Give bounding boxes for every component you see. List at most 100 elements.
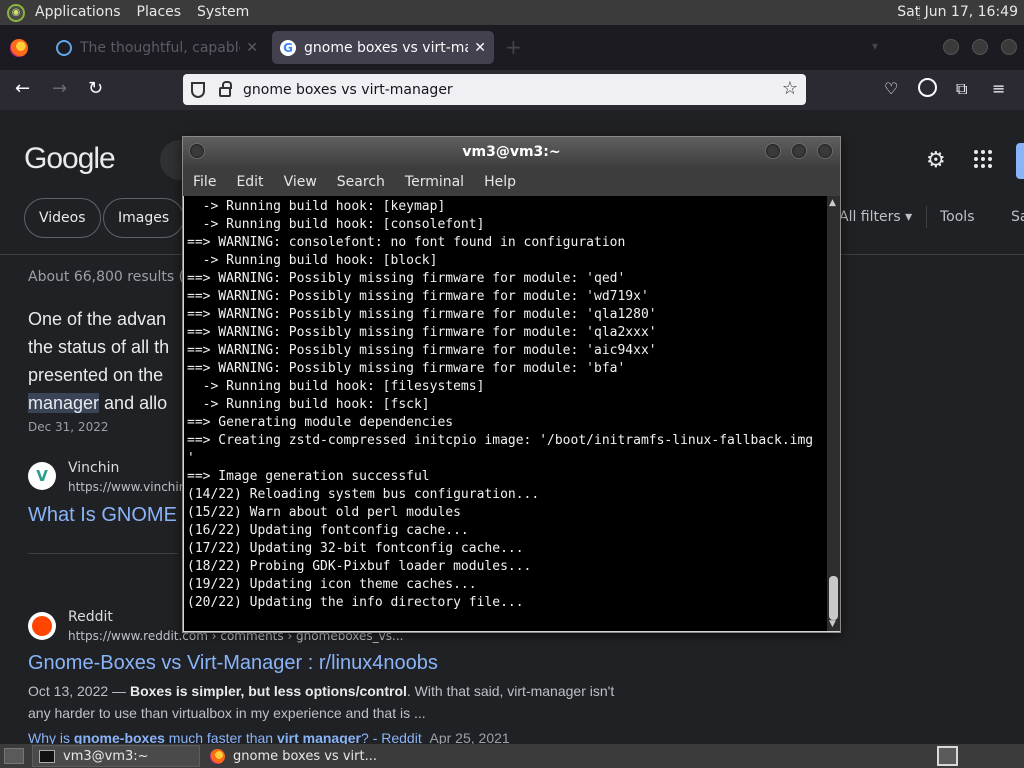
terminal-line: (20/22) Updating the info directory file… xyxy=(187,595,524,610)
terminal-line: ==> Generating module dependencies xyxy=(187,415,454,430)
scroll-up-arrow-icon[interactable]: ▲ xyxy=(829,198,836,208)
tab-title: The thoughtful, capable, a xyxy=(80,39,240,56)
terminal-line: ' xyxy=(187,451,195,466)
menu-help[interactable]: Help xyxy=(474,174,526,190)
featured-snippet-line: manager and allo xyxy=(28,389,167,417)
terminal-output[interactable]: -> Running build hook: [keymap] -> Runni… xyxy=(184,196,827,631)
show-desktop-button[interactable] xyxy=(4,748,24,764)
hamburger-menu-icon[interactable]: ≡ xyxy=(992,79,1005,98)
menu-edit[interactable]: Edit xyxy=(226,174,273,190)
menu-view[interactable]: View xyxy=(274,174,327,190)
minimize-button[interactable] xyxy=(943,39,959,55)
terminal-line: -> Running build hook: [block] xyxy=(187,253,438,268)
maximize-button[interactable] xyxy=(972,39,988,55)
terminal-line: ==> WARNING: Possibly missing firmware f… xyxy=(187,289,649,304)
terminal-line: ==> WARNING: Possibly missing firmware f… xyxy=(187,343,657,358)
chip-images[interactable]: Images xyxy=(103,198,185,238)
firefox-icon[interactable] xyxy=(10,38,28,57)
sign-in-button[interactable] xyxy=(1016,143,1024,179)
tab-favicon-icon xyxy=(56,39,72,56)
url-text[interactable]: gnome boxes vs virt-manager xyxy=(243,82,453,98)
menu-file[interactable]: File xyxy=(183,174,226,190)
result-site-name[interactable]: Vinchin xyxy=(68,460,119,476)
terminal-line: (17/22) Updating 32-bit fontconfig cache… xyxy=(187,541,524,556)
bookmark-star-icon[interactable]: ☆ xyxy=(782,78,798,99)
clock[interactable]: Sat Jun 17, 16:49 xyxy=(897,0,1018,25)
terminal-scrollbar[interactable]: ▲ ▼ xyxy=(827,196,840,631)
pocket-icon[interactable]: ♡ xyxy=(884,79,898,98)
url-bar[interactable]: gnome boxes vs virt-manager ☆ xyxy=(183,74,806,105)
list-tabs-chevron-icon[interactable]: ▾ xyxy=(872,39,878,53)
divider xyxy=(28,553,178,554)
taskbar-item-terminal[interactable]: vm3@vm3:~ xyxy=(32,745,200,767)
gear-icon[interactable]: ⚙ xyxy=(926,148,946,173)
account-icon[interactable] xyxy=(918,78,937,97)
menu-terminal[interactable]: Terminal xyxy=(395,174,474,190)
featured-snippet-line: presented on the xyxy=(28,365,164,385)
tab-close-icon[interactable]: ✕ xyxy=(246,40,258,56)
link-text[interactable]: Why is xyxy=(28,730,74,744)
new-tab-button[interactable]: + xyxy=(505,37,522,57)
apps-grid-icon[interactable] xyxy=(974,150,992,168)
taskbar-item-label: vm3@vm3:~ xyxy=(63,748,149,764)
terminal-line: ==> WARNING: Possibly missing firmware f… xyxy=(187,361,626,376)
window-menu-button[interactable] xyxy=(189,143,205,159)
menu-system[interactable]: System xyxy=(189,0,257,25)
tools-button[interactable]: Tools xyxy=(940,209,975,225)
reload-icon[interactable]: ↻ xyxy=(88,78,103,100)
terminal-line: ==> WARNING: consolefont: no font found … xyxy=(187,235,626,250)
featured-snippet-line: the status of all th xyxy=(28,337,170,357)
scroll-down-arrow-icon[interactable]: ▼ xyxy=(829,619,836,629)
result-site-name[interactable]: Reddit xyxy=(68,609,113,625)
link-text[interactable]: ? - Reddit xyxy=(361,730,422,744)
back-arrow-icon[interactable]: ← xyxy=(15,78,30,100)
terminal-titlebar[interactable]: vm3@vm3:~ xyxy=(183,137,840,167)
tab-active[interactable]: G gnome boxes vs virt-manag ✕ xyxy=(272,31,494,64)
google-logo[interactable]: Google xyxy=(24,142,116,176)
terminal-line: (15/22) Warn about old perl modules xyxy=(187,505,461,520)
forward-arrow-icon[interactable]: → xyxy=(52,78,67,100)
safesearch-button[interactable]: Sa xyxy=(1011,209,1024,225)
terminal-line: ==> WARNING: Possibly missing firmware f… xyxy=(187,271,626,286)
terminal-line: (14/22) Reloading system bus configurati… xyxy=(187,487,540,502)
extensions-icon[interactable]: ⧉ xyxy=(956,79,967,99)
close-window-button[interactable] xyxy=(1001,39,1017,55)
vinchin-favicon-icon: V xyxy=(28,462,56,490)
tab-close-icon[interactable]: ✕ xyxy=(474,40,486,56)
lock-icon[interactable] xyxy=(219,80,232,97)
tab-inactive[interactable]: The thoughtful, capable, a ✕ xyxy=(48,31,266,64)
taskbar-item-label: gnome boxes vs virt... xyxy=(233,748,377,764)
terminal-line: ==> WARNING: Possibly missing firmware f… xyxy=(187,307,657,322)
terminal-line: (19/22) Updating icon theme caches... xyxy=(187,577,477,592)
snippet-date: Oct 13, 2022 — xyxy=(28,683,130,699)
result-title-link[interactable]: What Is GNOME xyxy=(28,504,177,527)
browser-tabbar: The thoughtful, capable, a ✕ G gnome box… xyxy=(0,25,1024,70)
all-filters-button[interactable]: All filters ▾ xyxy=(839,209,912,225)
menu-search[interactable]: Search xyxy=(327,174,395,190)
link-text[interactable]: gnome-boxes xyxy=(74,730,165,744)
taskbar: vm3@vm3:~ gnome boxes vs virt... xyxy=(0,744,1024,768)
workspace-switcher[interactable] xyxy=(937,746,958,766)
result-title-link[interactable]: Gnome-Boxes vs Virt-Manager : r/linux4no… xyxy=(28,652,438,675)
menu-places[interactable]: Places xyxy=(129,0,190,25)
related-result-link[interactable]: Why is gnome-boxes much faster than virt… xyxy=(28,730,510,744)
tracking-shield-icon[interactable] xyxy=(191,81,205,98)
terminal-line: -> Running build hook: [filesystems] xyxy=(187,379,485,394)
minimize-button[interactable] xyxy=(765,143,781,159)
maximize-button[interactable] xyxy=(791,143,807,159)
close-button[interactable] xyxy=(817,143,833,159)
reddit-favicon-icon xyxy=(28,612,56,640)
snippet-highlight: manager xyxy=(28,393,100,413)
link-text[interactable]: much faster than xyxy=(165,730,277,744)
scrollbar-thumb[interactable] xyxy=(829,576,838,620)
terminal-line: ==> Image generation successful xyxy=(187,469,430,484)
taskbar-item-firefox[interactable]: gnome boxes vs virt... xyxy=(204,745,404,767)
menu-applications[interactable]: Applications xyxy=(27,0,129,25)
result-stats: About 66,800 results (0.3 xyxy=(28,269,207,285)
distro-logo-icon[interactable]: ◉ xyxy=(7,3,25,22)
link-text[interactable]: virt manager xyxy=(277,730,361,744)
terminal-window[interactable]: vm3@vm3:~ File Edit View Search Terminal… xyxy=(182,136,841,633)
terminal-line: -> Running build hook: [keymap] xyxy=(187,199,446,214)
chip-videos[interactable]: Videos xyxy=(24,198,101,238)
terminal-title: vm3@vm3:~ xyxy=(462,144,561,160)
